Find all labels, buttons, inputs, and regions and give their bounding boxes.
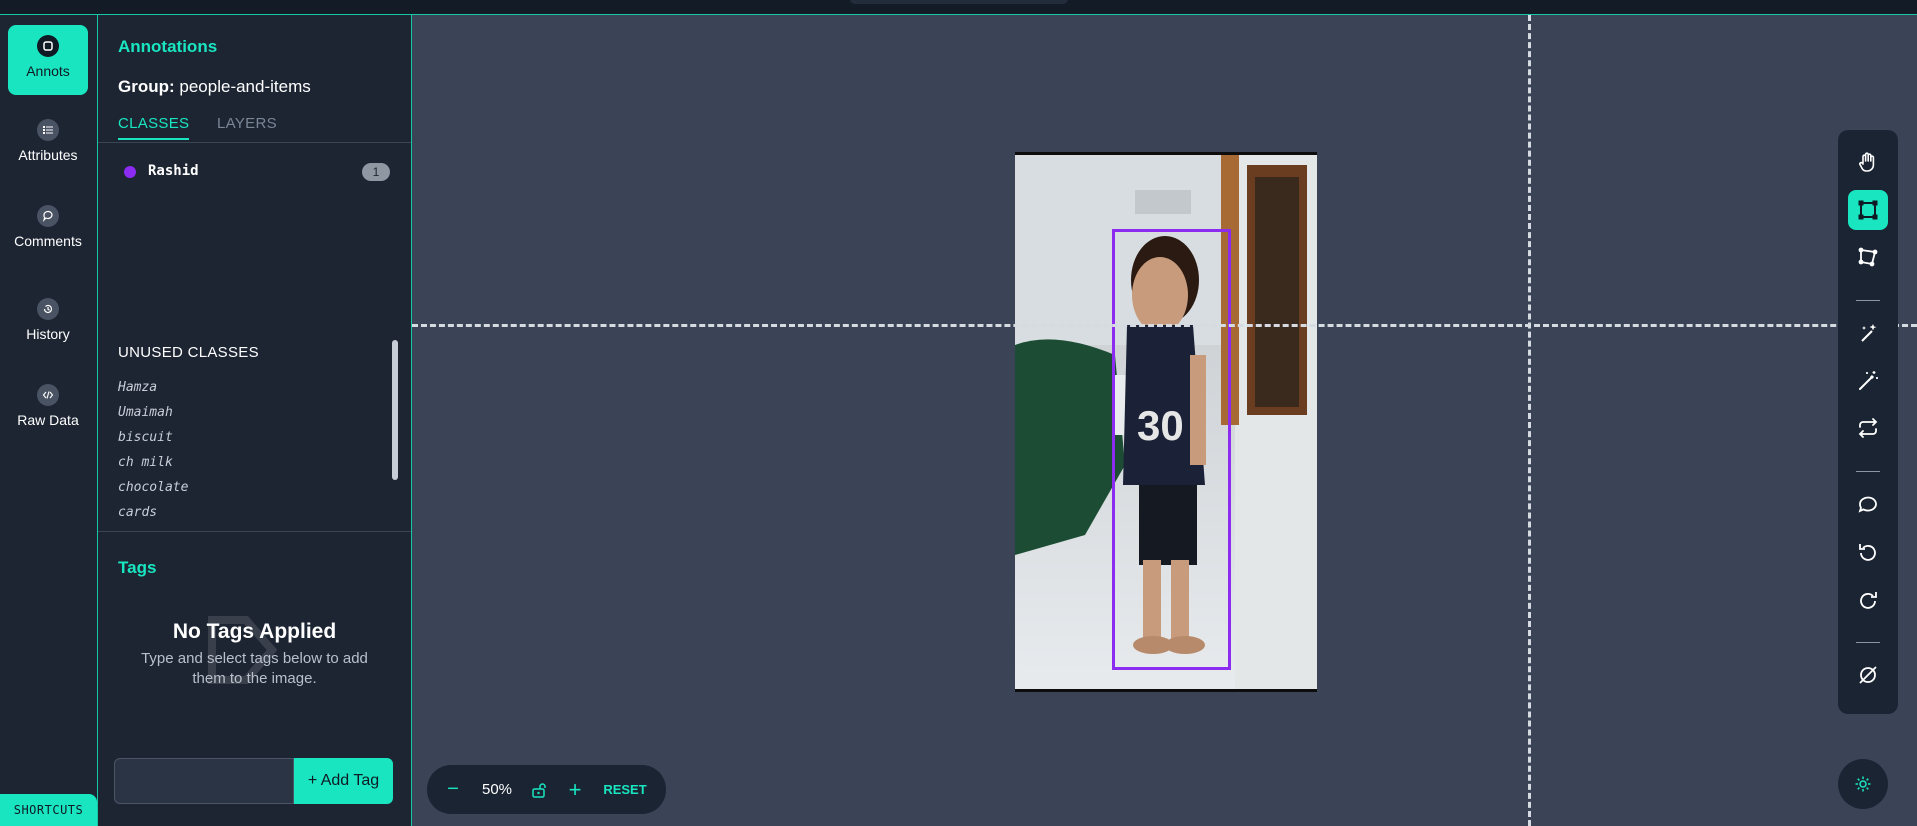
undo-icon xyxy=(1859,544,1876,561)
toolbar-separator xyxy=(1856,300,1880,301)
tag-input[interactable] xyxy=(114,758,294,804)
polygon-icon xyxy=(1858,247,1878,267)
hand-tool[interactable] xyxy=(1848,142,1888,182)
top-bar xyxy=(0,0,1917,15)
hand-icon xyxy=(1859,152,1875,172)
list-icon xyxy=(37,119,59,141)
toolbar-separator xyxy=(1856,642,1880,643)
auto-segment-tool[interactable] xyxy=(1848,313,1888,353)
sun-icon xyxy=(1855,776,1871,792)
class-row-rashid[interactable]: Rashid 1 xyxy=(118,163,390,183)
comment-tool[interactable] xyxy=(1848,485,1888,525)
tool-palette xyxy=(1838,130,1898,714)
toolbar-separator xyxy=(1856,471,1880,472)
nav-item-comments[interactable]: Comments xyxy=(8,195,88,265)
undo-button[interactable] xyxy=(1848,533,1888,573)
nav-item-raw-data[interactable]: Raw Data xyxy=(8,374,88,444)
unused-class-item[interactable]: Hamza xyxy=(118,375,388,400)
nav-label-comments: Comments xyxy=(14,233,82,249)
zoom-lock-button[interactable] xyxy=(527,765,551,814)
zoom-reset-button[interactable]: RESET xyxy=(602,765,648,814)
unused-classes-list: Hamza Umaimah biscuit ch milk chocolate … xyxy=(118,375,388,525)
no-tags-description: Type and select tags below to add them t… xyxy=(141,650,368,687)
polygon-tool[interactable] xyxy=(1848,237,1888,277)
annotation-icon xyxy=(37,35,59,57)
nav-label-annots: Annots xyxy=(26,63,70,79)
repeat-icon xyxy=(1858,418,1878,438)
annotation-canvas[interactable]: 30 xyxy=(412,15,1917,826)
unused-classes-scrollbar[interactable] xyxy=(392,340,398,480)
nav-item-annots[interactable]: Annots xyxy=(8,25,88,95)
shortcuts-button[interactable]: SHORTCUTS xyxy=(0,794,97,826)
code-icon xyxy=(37,384,59,406)
class-name: Rashid xyxy=(148,163,199,179)
bounding-box-icon xyxy=(1858,200,1878,220)
tags-title: Tags xyxy=(118,558,157,577)
magic-wand-icon xyxy=(1859,371,1878,390)
zoom-controls: − 50% + RESET xyxy=(427,765,666,814)
unused-classes-title: UNUSED CLASSES xyxy=(118,344,259,361)
class-color-dot xyxy=(124,166,136,178)
bounding-box-annotation[interactable] xyxy=(1112,229,1231,670)
group-prefix: Group: xyxy=(118,77,175,96)
bounding-box-tool[interactable] xyxy=(1848,190,1888,230)
redo-icon xyxy=(1860,592,1877,609)
magic-wand-tool[interactable] xyxy=(1848,361,1888,401)
history-icon xyxy=(37,298,59,320)
nav-label-raw-data: Raw Data xyxy=(17,412,79,428)
top-search-pill[interactable] xyxy=(850,0,1068,4)
comment-icon xyxy=(1858,496,1877,513)
nav-item-history[interactable]: History xyxy=(8,288,88,358)
add-tag-button[interactable]: + Add Tag xyxy=(294,758,393,804)
annotations-panel: Annotations Group: people-and-items CLAS… xyxy=(98,15,412,826)
unused-class-item[interactable]: biscuit xyxy=(118,425,388,450)
crosshair-horizontal xyxy=(412,324,1917,327)
panel-title: Annotations xyxy=(118,37,218,56)
hide-annotations-button[interactable] xyxy=(1848,655,1888,695)
nav-label-history: History xyxy=(26,326,70,342)
group-name: people-and-items xyxy=(179,77,311,96)
unused-class-item[interactable]: chocolate xyxy=(118,475,388,500)
panel-tabs: CLASSES LAYERS xyxy=(98,115,411,143)
auto-segment-icon xyxy=(1861,324,1877,342)
redo-button[interactable] xyxy=(1848,581,1888,621)
tab-classes[interactable]: CLASSES xyxy=(118,115,190,140)
repeat-tool[interactable] xyxy=(1848,408,1888,448)
no-tags-title: No Tags Applied xyxy=(172,620,337,643)
nav-item-attributes[interactable]: Attributes xyxy=(8,109,88,179)
panel-divider xyxy=(98,531,411,532)
unlock-icon xyxy=(532,782,546,798)
settings-button[interactable] xyxy=(1838,759,1888,809)
left-nav: Annots Attributes Comments History Raw D… xyxy=(0,15,98,826)
crosshair-vertical xyxy=(1528,15,1531,826)
zoom-in-button[interactable]: + xyxy=(565,765,585,814)
group-line: Group: people-and-items xyxy=(118,77,311,97)
hide-icon xyxy=(1859,666,1877,684)
tab-layers[interactable]: LAYERS xyxy=(217,115,277,138)
nav-label-attributes: Attributes xyxy=(18,147,78,163)
zoom-out-button[interactable]: − xyxy=(443,765,463,814)
unused-class-item[interactable]: ch milk xyxy=(118,450,388,475)
unused-class-item[interactable]: cards xyxy=(118,500,388,525)
comment-icon xyxy=(37,205,59,227)
class-count-badge: 1 xyxy=(362,163,390,181)
zoom-level: 50% xyxy=(481,781,513,798)
unused-class-item[interactable]: Umaimah xyxy=(118,400,388,425)
